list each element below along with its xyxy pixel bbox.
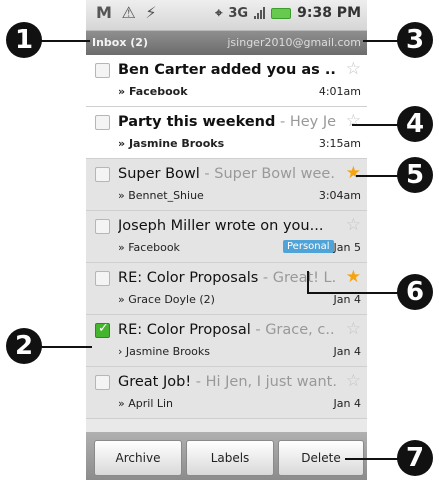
email-subject: Party this weekend - Hey Je... [118,114,336,130]
star-icon[interactable]: ☆ [346,111,361,131]
callout-6: 6 [397,274,433,310]
email-sender: » Bennet_Shiue [118,189,204,202]
email-date: 3:04am [318,189,361,202]
callout-3: 3 [397,22,433,58]
network-type: 3G [228,5,249,21]
star-icon[interactable]: ★ [346,163,361,183]
account-email: jsinger2010@gmail.com [227,36,361,49]
inbox-header: Inbox (2) jsinger2010@gmail.com [86,31,367,55]
callout-1: 1 [6,22,42,58]
callout-line [307,292,399,294]
callout-7: 7 [397,440,433,476]
email-date: Jan 4 [333,293,361,306]
email-sender: › Jasmine Brooks [118,345,211,358]
checkmark-icon: ✓ [98,321,109,336]
email-checkbox[interactable] [95,271,110,286]
email-sender: » Facebook [118,241,180,254]
email-date: 3:15am [318,137,361,150]
star-icon[interactable]: ☆ [346,59,361,79]
email-checkbox[interactable] [95,375,110,390]
gps-icon: ⌖ [215,5,223,21]
callout-2: 2 [6,328,42,364]
callout-line [356,175,398,177]
email-checkbox[interactable] [95,167,110,182]
star-icon[interactable]: ★ [346,267,361,287]
email-sender: » Jasmine Brooks [118,137,225,150]
email-checkbox[interactable] [95,63,110,78]
email-date: Jan 4 [333,397,361,410]
email-row[interactable]: Ben Carter added you as ... ☆ » Facebook… [86,55,367,107]
callout-5: 5 [397,157,433,193]
status-bar: M ⚠ ⚡ ⌖ 3G 9:38 PM [86,0,367,31]
label-badge: Personal [283,240,334,253]
email-date: Jan 4 [333,345,361,358]
callout-line [40,346,92,348]
status-time: 9:38 PM [297,5,361,21]
email-row[interactable]: RE: Color Proposals - Great! L... ★ » Gr… [86,263,367,315]
star-icon[interactable]: ☆ [346,371,361,391]
callout-4: 4 [397,106,433,142]
email-checkbox[interactable] [95,115,110,130]
email-row[interactable]: Party this weekend - Hey Je... ☆ » Jasmi… [86,107,367,159]
email-subject: RE: Color Proposals - Great! L... [118,270,336,286]
email-sender: » Facebook [118,85,188,98]
archive-button[interactable]: Archive [94,440,182,476]
battery-icon [271,7,292,19]
email-subject: Joseph Miller wrote on you... [118,218,324,234]
status-right: ⌖ 3G 9:38 PM [215,5,361,21]
email-row[interactable]: Super Bowl - Super Bowl wee... ★ » Benne… [86,159,367,211]
labels-button[interactable]: Labels [186,440,274,476]
email-row[interactable]: Joseph Miller wrote on you... ☆ » Facebo… [86,211,367,263]
email-checkbox[interactable] [95,219,110,234]
email-date: 4:01am [318,85,361,98]
inbox-title: Inbox (2) [92,36,148,49]
email-checkbox[interactable]: ✓ [95,321,110,338]
email-sender: » April Lin [118,397,174,410]
callout-line [307,271,309,293]
callout-line [363,40,399,42]
email-sender: » Grace Doyle (2) [118,293,215,306]
notification-icons: M ⚠ ⚡ [96,3,159,22]
star-icon[interactable]: ☆ [346,319,361,339]
callout-line [352,124,398,126]
signal-icon [254,7,266,19]
star-icon[interactable]: ☆ [346,215,361,235]
email-list: Ben Carter added you as ... ☆ » Facebook… [86,55,367,419]
email-row[interactable]: ✓ RE: Color Proposal - Grace, c... ☆ › J… [86,315,367,367]
email-subject: Ben Carter added you as ... [118,62,336,78]
phone-screen: M ⚠ ⚡ ⌖ 3G 9:38 PM Inbox (2) jsinger2010… [86,0,367,480]
email-row[interactable]: Great Job! - Hi Jen, I just want... ☆ » … [86,367,367,419]
email-subject: RE: Color Proposal - Grace, c... [118,322,336,338]
email-subject: Super Bowl - Super Bowl wee... [118,166,336,182]
email-date: Jan 5 [333,241,361,254]
email-subject: Great Job! - Hi Jen, I just want... [118,374,336,390]
callout-line [40,40,90,42]
action-bar: Archive Labels Delete [86,432,367,480]
callout-line [345,458,399,460]
